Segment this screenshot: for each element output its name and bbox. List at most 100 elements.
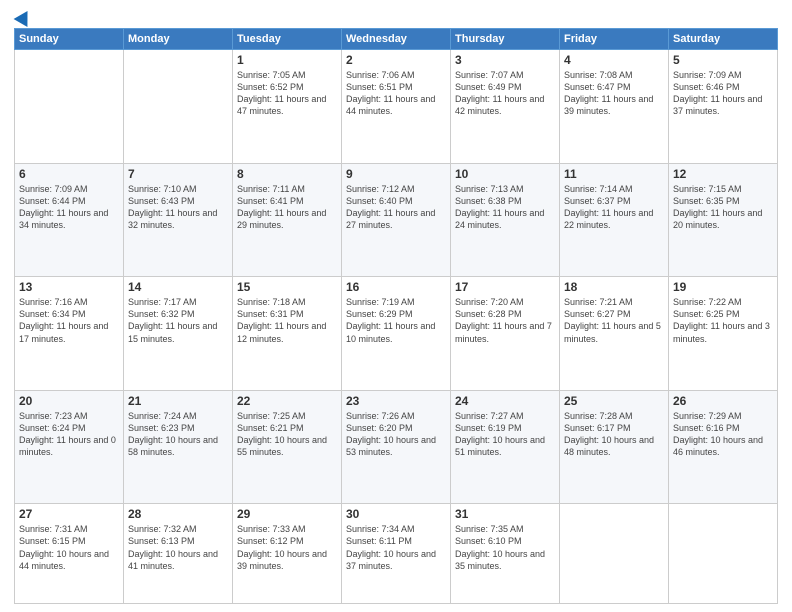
header xyxy=(14,10,778,22)
day-info: Sunrise: 7:11 AMSunset: 6:41 PMDaylight:… xyxy=(237,183,337,232)
calendar-cell: 21 Sunrise: 7:24 AMSunset: 6:23 PMDayligh… xyxy=(124,390,233,504)
day-info: Sunrise: 7:33 AMSunset: 6:12 PMDaylight:… xyxy=(237,523,337,572)
calendar-cell: 25 Sunrise: 7:28 AMSunset: 6:17 PMDayligh… xyxy=(560,390,669,504)
calendar-cell: 24 Sunrise: 7:27 AMSunset: 6:19 PMDayligh… xyxy=(451,390,560,504)
day-number: 13 xyxy=(19,280,119,294)
calendar-cell: 19Sunrise: 7:22 AMSunset: 6:25 PMDayligh… xyxy=(669,277,778,391)
calendar-cell: 2 Sunrise: 7:06 AMSunset: 6:51 PMDaylight… xyxy=(342,50,451,164)
day-info: Sunrise: 7:18 AMSunset: 6:31 PMDaylight:… xyxy=(237,296,337,345)
calendar-cell: 16Sunrise: 7:19 AMSunset: 6:29 PMDayligh… xyxy=(342,277,451,391)
column-header-thursday: Thursday xyxy=(451,29,560,50)
calendar-cell: 22Sunrise: 7:25 AMSunset: 6:21 PMDayligh… xyxy=(233,390,342,504)
day-number: 8 xyxy=(237,167,337,181)
day-info: Sunrise: 7:23 AMSunset: 6:24 PMDaylight:… xyxy=(19,410,119,459)
calendar-cell: 8 Sunrise: 7:11 AMSunset: 6:41 PMDaylight… xyxy=(233,163,342,277)
calendar-cell: 26 Sunrise: 7:29 AMSunset: 6:16 PMDayligh… xyxy=(669,390,778,504)
day-info: Sunrise: 7:20 AMSunset: 6:28 PMDaylight:… xyxy=(455,296,555,345)
calendar-cell: 6Sunrise: 7:09 AMSunset: 6:44 PMDaylight… xyxy=(15,163,124,277)
logo-text xyxy=(14,10,32,24)
calendar-cell xyxy=(15,50,124,164)
day-number: 20 xyxy=(19,394,119,408)
day-number: 9 xyxy=(346,167,446,181)
day-info: Sunrise: 7:22 AMSunset: 6:25 PMDaylight:… xyxy=(673,296,773,345)
day-info: Sunrise: 7:09 AMSunset: 6:46 PMDaylight:… xyxy=(673,69,773,118)
column-header-friday: Friday xyxy=(560,29,669,50)
column-header-sunday: Sunday xyxy=(15,29,124,50)
day-info: Sunrise: 7:26 AMSunset: 6:20 PMDaylight:… xyxy=(346,410,446,459)
calendar-cell: 4 Sunrise: 7:08 AMSunset: 6:47 PMDaylight… xyxy=(560,50,669,164)
calendar-week-row: 20 Sunrise: 7:23 AMSunset: 6:24 PMDayligh… xyxy=(15,390,778,504)
calendar-cell: 28 Sunrise: 7:32 AMSunset: 6:13 PMDayligh… xyxy=(124,504,233,604)
day-number: 12 xyxy=(673,167,773,181)
calendar-cell xyxy=(560,504,669,604)
calendar-cell: 5 Sunrise: 7:09 AMSunset: 6:46 PMDaylight… xyxy=(669,50,778,164)
calendar-week-row: 27 Sunrise: 7:31 AMSunset: 6:15 PMDayligh… xyxy=(15,504,778,604)
day-number: 4 xyxy=(564,53,664,67)
day-info: Sunrise: 7:21 AMSunset: 6:27 PMDaylight:… xyxy=(564,296,664,345)
calendar-cell: 27 Sunrise: 7:31 AMSunset: 6:15 PMDayligh… xyxy=(15,504,124,604)
day-info: Sunrise: 7:25 AMSunset: 6:21 PMDaylight:… xyxy=(237,410,337,459)
calendar-cell: 15 Sunrise: 7:18 AMSunset: 6:31 PMDayligh… xyxy=(233,277,342,391)
day-info: Sunrise: 7:29 AMSunset: 6:16 PMDaylight:… xyxy=(673,410,773,459)
day-number: 28 xyxy=(128,507,228,521)
calendar-cell: 30Sunrise: 7:34 AMSunset: 6:11 PMDayligh… xyxy=(342,504,451,604)
day-number: 23 xyxy=(346,394,446,408)
calendar-cell: 1Sunrise: 7:05 AMSunset: 6:52 PMDaylight… xyxy=(233,50,342,164)
calendar-table: SundayMondayTuesdayWednesdayThursdayFrid… xyxy=(14,28,778,604)
calendar-cell: 13Sunrise: 7:16 AMSunset: 6:34 PMDayligh… xyxy=(15,277,124,391)
day-info: Sunrise: 7:17 AMSunset: 6:32 PMDaylight:… xyxy=(128,296,228,345)
day-info: Sunrise: 7:14 AMSunset: 6:37 PMDaylight:… xyxy=(564,183,664,232)
day-number: 27 xyxy=(19,507,119,521)
calendar-page: SundayMondayTuesdayWednesdayThursdayFrid… xyxy=(0,0,792,612)
calendar-cell xyxy=(669,504,778,604)
day-number: 24 xyxy=(455,394,555,408)
logo xyxy=(14,10,32,22)
day-number: 31 xyxy=(455,507,555,521)
calendar-cell: 10 Sunrise: 7:13 AMSunset: 6:38 PMDayligh… xyxy=(451,163,560,277)
calendar-cell: 23 Sunrise: 7:26 AMSunset: 6:20 PMDayligh… xyxy=(342,390,451,504)
day-info: Sunrise: 7:27 AMSunset: 6:19 PMDaylight:… xyxy=(455,410,555,459)
calendar-cell: 18Sunrise: 7:21 AMSunset: 6:27 PMDayligh… xyxy=(560,277,669,391)
day-info: Sunrise: 7:15 AMSunset: 6:35 PMDaylight:… xyxy=(673,183,773,232)
calendar-cell: 14 Sunrise: 7:17 AMSunset: 6:32 PMDayligh… xyxy=(124,277,233,391)
day-number: 21 xyxy=(128,394,228,408)
day-number: 15 xyxy=(237,280,337,294)
calendar-header-row: SundayMondayTuesdayWednesdayThursdayFrid… xyxy=(15,29,778,50)
day-info: Sunrise: 7:12 AMSunset: 6:40 PMDaylight:… xyxy=(346,183,446,232)
column-header-monday: Monday xyxy=(124,29,233,50)
column-header-saturday: Saturday xyxy=(669,29,778,50)
calendar-week-row: 13Sunrise: 7:16 AMSunset: 6:34 PMDayligh… xyxy=(15,277,778,391)
day-number: 26 xyxy=(673,394,773,408)
calendar-cell: 9 Sunrise: 7:12 AMSunset: 6:40 PMDaylight… xyxy=(342,163,451,277)
day-number: 1 xyxy=(237,53,337,67)
day-number: 6 xyxy=(19,167,119,181)
day-info: Sunrise: 7:06 AMSunset: 6:51 PMDaylight:… xyxy=(346,69,446,118)
day-number: 11 xyxy=(564,167,664,181)
day-number: 3 xyxy=(455,53,555,67)
calendar-cell: 31Sunrise: 7:35 AMSunset: 6:10 PMDayligh… xyxy=(451,504,560,604)
day-info: Sunrise: 7:32 AMSunset: 6:13 PMDaylight:… xyxy=(128,523,228,572)
calendar-cell: 12 Sunrise: 7:15 AMSunset: 6:35 PMDayligh… xyxy=(669,163,778,277)
day-info: Sunrise: 7:13 AMSunset: 6:38 PMDaylight:… xyxy=(455,183,555,232)
calendar-cell: 11 Sunrise: 7:14 AMSunset: 6:37 PMDayligh… xyxy=(560,163,669,277)
day-number: 17 xyxy=(455,280,555,294)
day-number: 7 xyxy=(128,167,228,181)
day-number: 10 xyxy=(455,167,555,181)
day-number: 25 xyxy=(564,394,664,408)
day-info: Sunrise: 7:08 AMSunset: 6:47 PMDaylight:… xyxy=(564,69,664,118)
calendar-week-row: 6Sunrise: 7:09 AMSunset: 6:44 PMDaylight… xyxy=(15,163,778,277)
day-number: 14 xyxy=(128,280,228,294)
calendar-cell: 20 Sunrise: 7:23 AMSunset: 6:24 PMDayligh… xyxy=(15,390,124,504)
calendar-cell xyxy=(124,50,233,164)
calendar-cell: 3Sunrise: 7:07 AMSunset: 6:49 PMDaylight… xyxy=(451,50,560,164)
day-info: Sunrise: 7:31 AMSunset: 6:15 PMDaylight:… xyxy=(19,523,119,572)
day-info: Sunrise: 7:28 AMSunset: 6:17 PMDaylight:… xyxy=(564,410,664,459)
logo-triangle-icon xyxy=(14,7,35,27)
column-header-tuesday: Tuesday xyxy=(233,29,342,50)
day-info: Sunrise: 7:10 AMSunset: 6:43 PMDaylight:… xyxy=(128,183,228,232)
day-number: 2 xyxy=(346,53,446,67)
day-number: 5 xyxy=(673,53,773,67)
day-info: Sunrise: 7:24 AMSunset: 6:23 PMDaylight:… xyxy=(128,410,228,459)
day-number: 30 xyxy=(346,507,446,521)
calendar-cell: 7 Sunrise: 7:10 AMSunset: 6:43 PMDaylight… xyxy=(124,163,233,277)
